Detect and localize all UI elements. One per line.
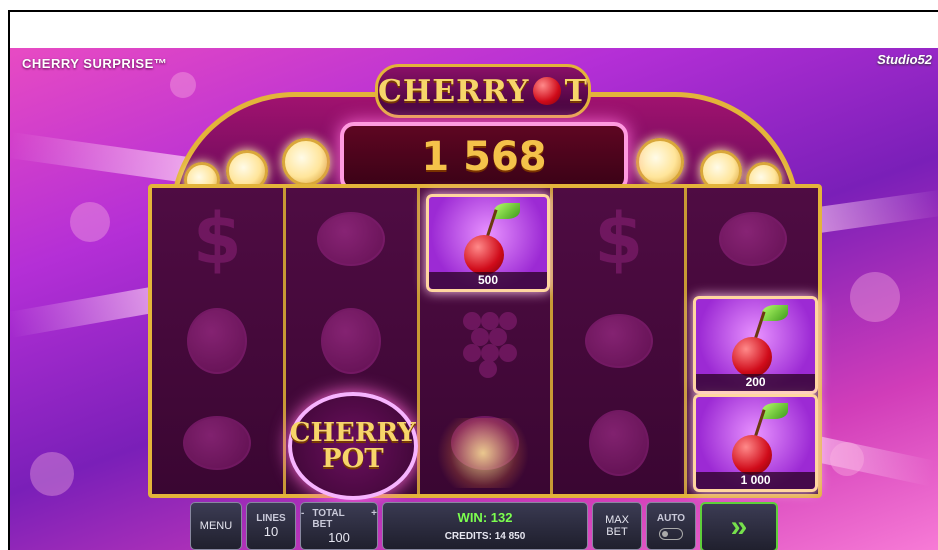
studio-logo: Studio52: [877, 52, 932, 67]
auto-label: AUTO: [656, 512, 686, 524]
cherry-value: 200: [696, 374, 815, 391]
dollar-icon: $: [193, 198, 242, 280]
reel-cell: $: [152, 188, 283, 290]
lamp-light: [636, 138, 684, 186]
logo-word-cherry: CHERRY: [378, 73, 530, 109]
game-frame: CHERRY SURPRISE™ Studio52 CHERRY T 1 568…: [8, 10, 938, 550]
top-white-band: [10, 12, 938, 48]
reel-cell: [420, 290, 551, 392]
lemon-icon: [317, 212, 386, 266]
total-bet-minus[interactable]: -: [301, 508, 304, 530]
cherry-value: 500: [428, 272, 548, 289]
cherry-icon: [731, 435, 772, 475]
reel-cell: [152, 392, 283, 494]
reel-1: $: [152, 188, 286, 494]
reel-cell: [553, 392, 684, 494]
win-amount-display: 1 568: [340, 122, 628, 192]
leaf-icon: [761, 403, 788, 419]
pot-symbol-line1: CHERRY: [289, 418, 416, 448]
toggle-icon: [659, 527, 683, 540]
reel-2: CHERRY POT: [285, 188, 420, 500]
reel-3: 500: [419, 188, 554, 494]
menu-button[interactable]: MENU: [190, 502, 242, 550]
reel-5: 200 1 000: [687, 188, 818, 494]
reel-cell: [553, 290, 684, 392]
reel-cell: [687, 188, 818, 290]
bokeh-bubble: [30, 452, 74, 496]
bokeh-bubble: [830, 442, 864, 476]
max-bet-line2: BET: [606, 526, 628, 538]
marquee: CHERRY T 1 568: [140, 62, 820, 217]
cherry-icon: [731, 337, 772, 377]
lemon-icon: [718, 212, 787, 266]
total-bet-selector[interactable]: - TOTAL BET + 100: [300, 502, 378, 550]
credits-text: CREDITS: 14 850: [444, 531, 526, 542]
reel-4: $: [553, 188, 688, 494]
win-credits-panel: WIN: 132 CREDITS: 14 850: [382, 502, 588, 550]
cherry-icon: [463, 235, 504, 275]
cherry-icon: [533, 77, 561, 105]
cherry-value: 1 000: [696, 472, 815, 489]
leaf-icon: [493, 203, 520, 219]
auto-play-toggle[interactable]: AUTO: [646, 502, 696, 550]
plum-icon: [321, 308, 382, 374]
dollar-icon: $: [594, 198, 644, 280]
total-bet-label: TOTAL BET: [312, 507, 345, 530]
control-bar: MENU LINES 10 - TOTAL BET + 100 WIN: 132…: [190, 502, 778, 550]
cherry-pot-logo: CHERRY T: [375, 64, 591, 118]
lamp-light: [282, 138, 330, 186]
winning-cherry-cell: 1 000: [693, 394, 818, 492]
bokeh-bubble: [70, 202, 110, 242]
win-amount: 1 568: [421, 134, 547, 180]
plum-icon: [588, 410, 649, 476]
cherry-pot-symbol: CHERRY POT: [287, 392, 418, 500]
total-bet-value: 100: [328, 529, 350, 545]
lines-value: 10: [263, 524, 279, 539]
total-bet-header: - TOTAL BET +: [301, 508, 377, 530]
pot-symbol-line2: POT: [322, 444, 384, 474]
spin-button[interactable]: »: [700, 502, 778, 550]
grape-icon: [455, 306, 517, 378]
max-bet-button[interactable]: MAX BET: [592, 502, 642, 550]
sparkle-effect: [427, 418, 538, 488]
lines-selector[interactable]: LINES 10: [246, 502, 296, 550]
win-text: WIN: 132: [457, 510, 513, 525]
max-bet-line1: MAX: [605, 514, 629, 526]
reel-cell: [286, 188, 417, 290]
total-bet-plus[interactable]: +: [371, 508, 377, 530]
reel-cell: [152, 290, 283, 392]
lemon-icon: [584, 314, 653, 368]
bokeh-bubble: [850, 272, 900, 322]
plum-icon: [187, 308, 248, 374]
winning-cherry-cell: 500: [425, 194, 551, 292]
menu-label: MENU: [199, 520, 233, 532]
logo-word-pot: T: [564, 73, 588, 109]
chevron-right-icon: »: [730, 510, 748, 543]
lines-label: LINES: [256, 513, 286, 524]
leaf-icon: [761, 305, 788, 321]
reel-grid: $ CHERRY POT 500 $ 200 1 000: [148, 184, 822, 500]
winning-cherry-cell: 200: [693, 296, 818, 394]
reel-cell: $: [553, 188, 684, 290]
reel-cell: [286, 290, 417, 392]
lemon-icon: [183, 416, 252, 470]
